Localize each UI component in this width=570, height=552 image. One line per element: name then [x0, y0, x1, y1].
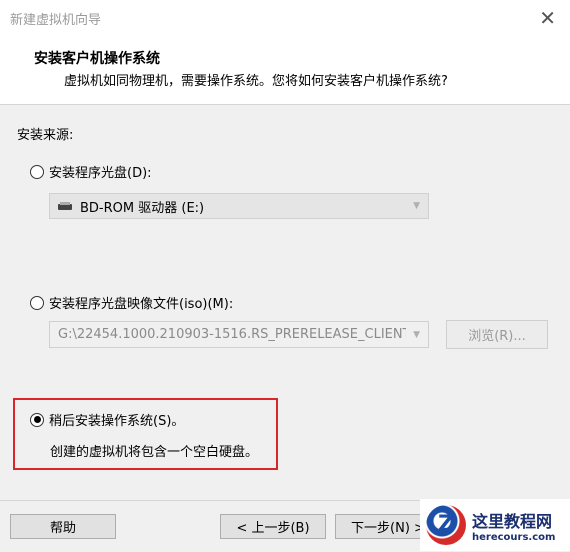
browse-button[interactable]: 浏览(R)...	[446, 320, 548, 349]
page-title: 安装客户机操作系统	[34, 51, 160, 67]
install-later-description: 创建的虚拟机将包含一个空白硬盘。	[50, 445, 259, 460]
help-button[interactable]: 帮助	[10, 514, 116, 539]
install-source-label: 安装来源:	[17, 128, 74, 143]
iso-option-label: 安装程序光盘映像文件(iso)(M):	[49, 297, 234, 312]
watermark: Z 这里教程网 herecours.com	[420, 499, 570, 551]
drive-select-value: BD-ROM 驱动器 (E:)	[80, 200, 205, 216]
iso-path-select[interactable]: G:\22454.1000.210903-1516.RS_PRERELEASE_…	[49, 321, 429, 348]
iso-option[interactable]: 安装程序光盘映像文件(iso)(M):	[30, 293, 233, 312]
drive-select[interactable]: BD-ROM 驱动器 (E:) ▼	[49, 193, 429, 219]
title-bar: 新建虚拟机向导 ✕	[0, 0, 570, 38]
wizard-header: 安装客户机操作系统 虚拟机如同物理机，需要操作系统。您将如何安装客户机操作系统?	[0, 38, 570, 105]
close-icon[interactable]: ✕	[539, 6, 556, 30]
chevron-down-icon: ▼	[413, 201, 420, 211]
watermark-name: 这里教程网	[472, 511, 553, 531]
disc-option-label: 安装程序光盘(D):	[49, 166, 152, 181]
watermark-url: herecours.com	[472, 531, 556, 543]
iso-radio[interactable]	[30, 295, 44, 310]
window-title: 新建虚拟机向导	[10, 13, 102, 28]
chevron-down-icon: ▼	[413, 329, 420, 340]
install-later-option[interactable]: 稍后安装操作系统(S)。	[30, 410, 184, 429]
disc-radio[interactable]	[30, 164, 44, 179]
iso-path-value: G:\22454.1000.210903-1516.RS_PRERELEASE_…	[58, 327, 406, 342]
watermark-logo-icon: Z	[426, 505, 466, 545]
page-subtitle: 虚拟机如同物理机，需要操作系统。您将如何安装客户机操作系统?	[64, 74, 448, 89]
optical-drive-icon	[58, 201, 72, 211]
install-later-label: 稍后安装操作系统(S)。	[49, 414, 185, 429]
back-button[interactable]: < 上一步(B)	[220, 514, 326, 539]
install-later-radio[interactable]	[30, 412, 44, 427]
disc-option[interactable]: 安装程序光盘(D):	[30, 162, 152, 181]
